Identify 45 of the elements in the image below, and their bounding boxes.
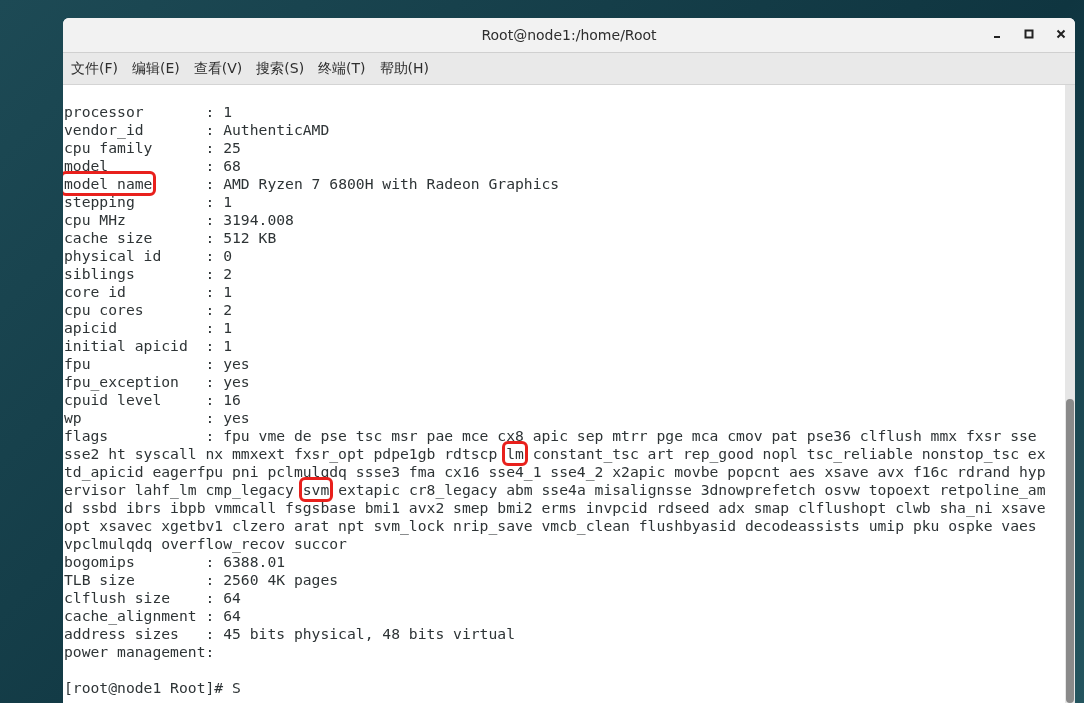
terminal-text: : AMD Ryzen 7 6800H with Radeon Graphics: [204, 175, 560, 192]
terminal-text: sse2 ht syscall nx mmxext fxsr_opt pdpe1gb rdtscp: [64, 445, 499, 462]
terminal-text: wp : yes: [64, 409, 250, 426]
terminal-text: vendor_id : AuthenticAMD: [64, 121, 330, 138]
terminal-text: power management:: [64, 643, 215, 660]
terminal-text: fpu : yes: [64, 355, 250, 372]
terminal-text: clflush size : 64: [64, 589, 241, 606]
terminal-text: vpclmulqdq overflow_recov succor: [64, 535, 347, 552]
menu-item[interactable]: 搜索(S): [256, 59, 305, 78]
terminal-text: bogomips : 6388.01: [64, 553, 286, 570]
terminal-text: cache_alignment : 64: [64, 607, 241, 624]
terminal-text: physical id : 0: [64, 247, 232, 264]
scrollbar[interactable]: [1065, 85, 1075, 703]
terminal-text: cpu MHz : 3194.008: [64, 211, 294, 228]
terminal-text: processor : 1: [64, 103, 232, 120]
terminal-text: constant_tsc art rep_good nopl tsc_reliable nonstop_tsc ex: [531, 445, 1046, 462]
terminal-text: TLB size : 2560 4K pages: [64, 571, 339, 588]
window-title: Root@node1:/home/Root: [481, 27, 657, 43]
terminal-text: cpuid level : 16: [64, 391, 241, 408]
terminal-text: cpu family : 25: [64, 139, 241, 156]
close-icon[interactable]: [1055, 28, 1067, 40]
menu-item[interactable]: 终端(T): [318, 59, 366, 78]
terminal-text: siblings : 2: [64, 265, 232, 282]
terminal-text: address sizes : 45 bits physical, 48 bits virtual: [64, 625, 515, 642]
terminal-text: flags : fpu vme de pse tsc msr pae mce cx8 apic sep mtrr pge mca cmov pat pse36 clflush mmx fxsr sse: [64, 427, 1037, 444]
terminal-text: [root@node1 Root]# S: [64, 679, 241, 696]
menu-item[interactable]: 帮助(H): [379, 59, 430, 78]
terminal-text: ervisor lahf_lm cmp_legacy: [64, 481, 295, 498]
menu-item[interactable]: 编辑(E): [132, 59, 180, 78]
terminal-text: cpu cores : 2: [64, 301, 232, 318]
menu-item[interactable]: 文件(F): [71, 59, 118, 78]
terminal-text: extapic cr8_legacy abm sse4a misalignsse 3dnowprefetch osvw topoext retpoline_am: [337, 481, 1046, 498]
terminal-text: apicid : 1: [64, 319, 232, 336]
terminal-text: opt xsavec xgetbv1 clzero arat npt svm_lock nrip_save vmcb_clean flushbyasid decodeassists umip pku ospke vaes: [64, 517, 1037, 534]
terminal-text: stepping : 1: [64, 193, 232, 210]
terminal-text: cache size : 512 KB: [64, 229, 277, 246]
terminal-text: initial apicid : 1: [64, 337, 232, 354]
scrollbar-thumb[interactable]: [1066, 398, 1074, 703]
terminal-text: d ssbd ibrs ibpb vmmcall fsgsbase bmi1 avx2 smep bmi2 erms invpcid rdseed adx smap clflushopt clwb sha_ni xsave: [64, 499, 1046, 516]
maximize-icon[interactable]: [1023, 28, 1035, 40]
menu-item[interactable]: 查看(V): [193, 59, 243, 78]
terminal-text: model : 68: [64, 157, 241, 174]
terminal-text: fpu_exception : yes: [64, 373, 250, 390]
terminal-text: td_apicid eagerfpu pni pclmulqdq ssse3 fma cx16 sse4_1 sse4_2 x2apic movbe popcnt aes xsave avx f16c rdrand hyp: [64, 463, 1046, 480]
terminal-text: core id : 1: [64, 283, 232, 300]
